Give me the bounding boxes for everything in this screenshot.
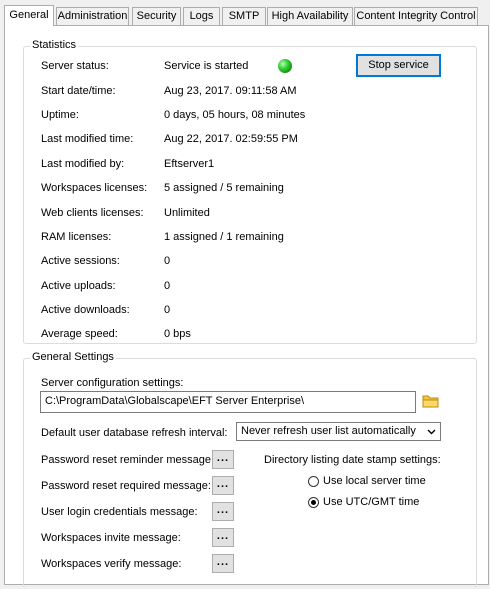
password-reset-reminder-label: Password reset reminder message: [41,454,215,466]
password-reset-required-label: Password reset required message: [41,480,211,492]
stop-service-button[interactable]: Stop service [356,54,441,77]
tab-high-availability[interactable]: High Availability [267,7,353,25]
stat-label-ram-licenses: RAM licenses: [41,231,112,243]
stat-label-start-datetime: Start date/time: [41,85,116,97]
stat-label-web-clients-licenses: Web clients licenses: [41,207,144,219]
tab-content-integrity-control[interactable]: Content Integrity Control [354,7,478,25]
stat-value-server-status: Service is started [164,60,249,72]
stat-label-last-modified-time: Last modified time: [41,133,134,145]
folder-icon[interactable] [422,394,439,408]
refresh-interval-select[interactable]: Never refresh user list automatically [236,422,441,441]
stat-label-active-downloads: Active downloads: [41,304,130,316]
date-stamp-settings-label: Directory listing date stamp settings: [264,454,441,466]
workspaces-invite-button[interactable]: ... [212,528,234,547]
stat-value-active-sessions: 0 [164,255,171,267]
stat-value-start-datetime: Aug 23, 2017. 09:11:58 AM [164,85,297,97]
stat-value-workspaces-licenses: 5 assigned / 5 remaining [164,182,284,194]
local-time-label: Use local server time [323,475,426,487]
stat-value-active-uploads: 0 [164,280,171,292]
tab-logs[interactable]: Logs [183,7,220,25]
refresh-interval-label: Default user database refresh interval: [41,427,228,439]
utc-time-label: Use UTC/GMT time [323,496,420,508]
utc-time-radio[interactable] [308,497,319,508]
workspaces-verify-label: Workspaces verify message: [41,558,182,570]
stat-value-web-clients-licenses: Unlimited [164,207,210,219]
stat-value-ram-licenses: 1 assigned / 1 remaining [164,231,284,243]
tab-smtp[interactable]: SMTP [222,7,266,25]
stat-value-active-downloads: 0 [164,304,171,316]
tab-administration[interactable]: Administration [56,7,129,25]
password-reset-required-button[interactable]: ... [212,476,234,495]
stat-label-last-modified-by: Last modified by: [41,158,125,170]
general-settings-title: General Settings [30,351,116,363]
local-time-radio[interactable] [308,476,319,487]
stat-value-last-modified-time: Aug 22, 2017. 02:59:55 PM [164,133,298,145]
stat-label-active-sessions: Active sessions: [41,255,120,267]
workspaces-invite-label: Workspaces invite message: [41,532,181,544]
stat-label-workspaces-licenses: Workspaces licenses: [41,182,148,194]
stat-value-uptime: 0 days, 05 hours, 08 minutes [164,109,306,121]
status-led-icon [278,59,292,73]
general-tab-panel: Statistics Server status: Service is sta… [4,25,489,588]
stat-label-active-uploads: Active uploads: [41,280,116,292]
password-reset-reminder-button[interactable]: ... [212,450,234,469]
chevron-down-icon [427,429,436,435]
stat-label-server-status: Server status: [41,60,109,72]
stat-value-last-modified-by: Eftserver1 [164,158,215,170]
refresh-interval-value: Never refresh user list automatically [241,425,416,437]
tab-general[interactable]: General [4,5,54,26]
stat-value-average-speed: 0 bps [164,328,191,340]
tab-security[interactable]: Security [132,7,181,25]
workspaces-verify-button[interactable]: ... [212,554,234,573]
config-path-field[interactable]: C:\ProgramData\Globalscape\EFT Server En… [40,391,416,413]
user-login-credentials-button[interactable]: ... [212,502,234,521]
statistics-title: Statistics [30,39,79,51]
config-settings-label: Server configuration settings: [41,377,184,389]
stat-label-average-speed: Average speed: [41,328,118,340]
user-login-credentials-label: User login credentials message: [41,506,198,518]
stat-label-uptime: Uptime: [41,109,79,121]
